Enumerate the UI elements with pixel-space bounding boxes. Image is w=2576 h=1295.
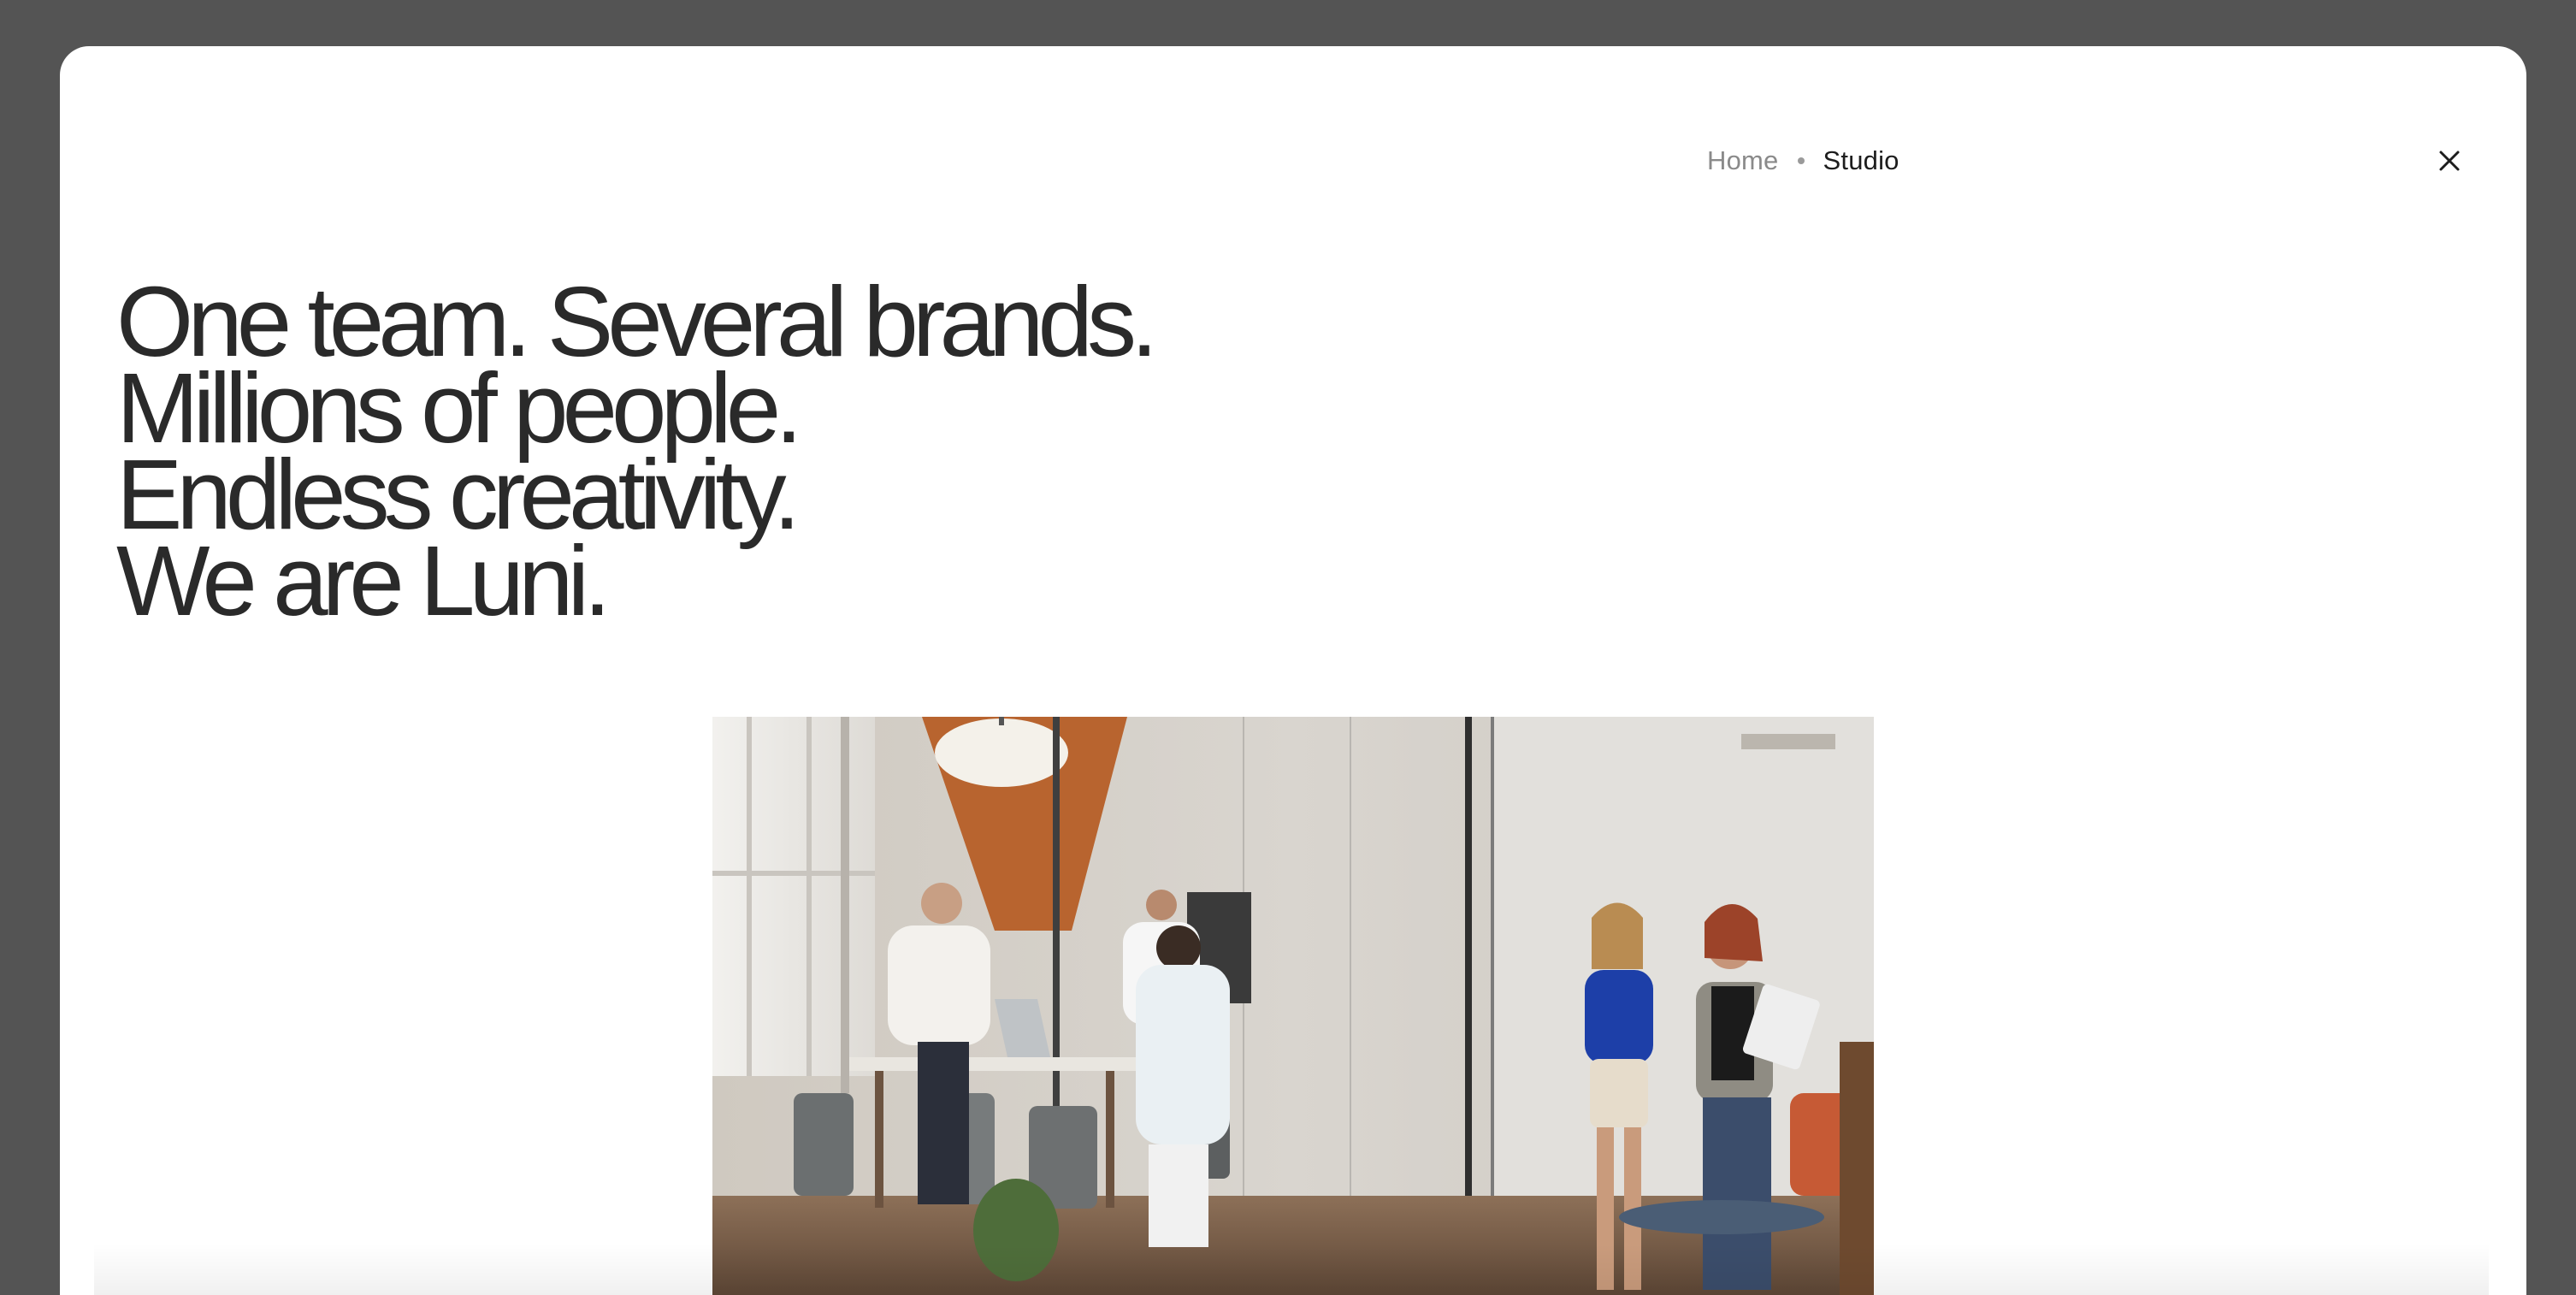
hero-headline: One team. Several brands. Millions of pe… <box>116 272 1158 636</box>
office-team-photo <box>712 717 1874 1295</box>
breadcrumb: Home Studio <box>1707 139 1900 183</box>
office-photo-illustration <box>712 717 1874 1295</box>
close-icon <box>2439 151 2460 171</box>
breadcrumb-separator-dot <box>1797 157 1805 164</box>
hero-line-4: We are Luni. <box>116 525 612 636</box>
studio-modal: Home Studio One team. Several brands. Mi… <box>60 46 2526 1295</box>
breadcrumb-current-page: Studio <box>1823 145 1900 175</box>
close-button[interactable] <box>2431 142 2468 180</box>
breadcrumb-home-link[interactable]: Home <box>1707 145 1779 176</box>
